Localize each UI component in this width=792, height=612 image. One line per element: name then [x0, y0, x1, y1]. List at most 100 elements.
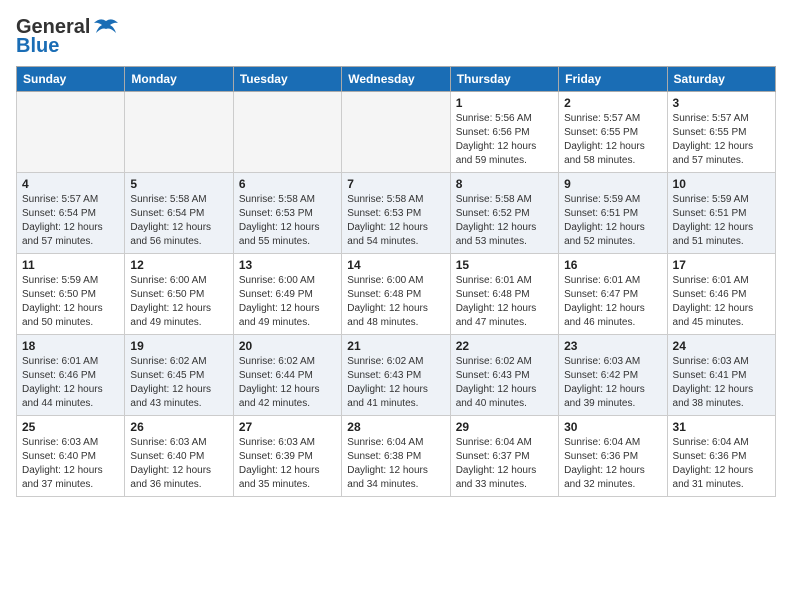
day-cell — [342, 92, 450, 173]
day-cell: 31Sunrise: 6:04 AM Sunset: 6:36 PM Dayli… — [667, 416, 775, 497]
day-number: 7 — [347, 177, 444, 191]
day-info: Sunrise: 6:02 AM Sunset: 6:43 PM Dayligh… — [456, 355, 553, 411]
day-number: 29 — [456, 420, 553, 434]
day-info: Sunrise: 6:02 AM Sunset: 6:43 PM Dayligh… — [347, 355, 444, 411]
day-info: Sunrise: 6:03 AM Sunset: 6:42 PM Dayligh… — [564, 355, 661, 411]
day-cell: 18 Sunrise: 6:01 AM Sunset: 6:46 PM Dayli… — [17, 335, 125, 416]
day-number: 9 — [564, 177, 661, 191]
day-info: Sunrise: 5:56 AM Sunset: 6:56 PM Dayligh… — [456, 112, 553, 168]
day-info: Sunrise: 6:02 AM Sunset: 6:45 PM Dayligh… — [130, 355, 227, 411]
day-info: Sunrise: 6:04 AM Sunset: 6:38 PM Dayligh… — [347, 436, 444, 492]
day-number: 30 — [564, 420, 661, 434]
day-info: Sunrise: 6:04 AM Sunset: 6:36 PM Dayligh… — [673, 436, 770, 492]
day-info: Sunrise: 6:04 AM Sunset: 6:37 PM Dayligh… — [456, 436, 553, 492]
day-cell — [125, 92, 233, 173]
day-info: Sunrise: 6:02 AM Sunset: 6:44 PM Dayligh… — [239, 355, 336, 411]
day-info: Sunrise: 6:01 AM Sunset: 6:48 PM Dayligh… — [456, 274, 553, 330]
day-number: 15 — [456, 258, 553, 272]
day-number: 19 — [130, 339, 227, 353]
day-cell: 6Sunrise: 5:58 AM Sunset: 6:53 PM Daylig… — [233, 173, 341, 254]
day-cell: 7 Sunrise: 5:58 AM Sunset: 6:53 PM Daylig… — [342, 173, 450, 254]
day-info: Sunrise: 6:03 AM Sunset: 6:41 PM Dayligh… — [673, 355, 770, 411]
week-row-3: 11Sunrise: 5:59 AM Sunset: 6:50 PM Dayli… — [17, 254, 776, 335]
day-cell: 30Sunrise: 6:04 AM Sunset: 6:36 PM Dayli… — [559, 416, 667, 497]
day-number: 5 — [130, 177, 227, 191]
weekday-header-saturday: Saturday — [667, 67, 775, 92]
day-number: 8 — [456, 177, 553, 191]
day-cell: 5 Sunrise: 5:58 AM Sunset: 6:54 PM Daylig… — [125, 173, 233, 254]
weekday-header-sunday: Sunday — [17, 67, 125, 92]
day-number: 22 — [456, 339, 553, 353]
day-cell: 2 Sunrise: 5:57 AM Sunset: 6:55 PM Daylig… — [559, 92, 667, 173]
day-cell: 27Sunrise: 6:03 AM Sunset: 6:39 PM Dayli… — [233, 416, 341, 497]
day-number: 11 — [22, 258, 119, 272]
day-cell: 22 Sunrise: 6:02 AM Sunset: 6:43 PM Dayli… — [450, 335, 558, 416]
calendar-table: SundayMondayTuesdayWednesdayThursdayFrid… — [16, 66, 776, 497]
day-cell: 15 Sunrise: 6:01 AM Sunset: 6:48 PM Dayli… — [450, 254, 558, 335]
logo: General Blue — [16, 16, 120, 58]
day-cell: 25Sunrise: 6:03 AM Sunset: 6:40 PM Dayli… — [17, 416, 125, 497]
weekday-header-monday: Monday — [125, 67, 233, 92]
logo-bird-icon — [92, 17, 120, 39]
day-number: 16 — [564, 258, 661, 272]
day-info: Sunrise: 6:01 AM Sunset: 6:46 PM Dayligh… — [673, 274, 770, 330]
week-row-4: 18 Sunrise: 6:01 AM Sunset: 6:46 PM Dayli… — [17, 335, 776, 416]
day-number: 4 — [22, 177, 119, 191]
day-info: Sunrise: 5:58 AM Sunset: 6:53 PM Dayligh… — [347, 193, 444, 249]
day-info: Sunrise: 6:00 AM Sunset: 6:49 PM Dayligh… — [239, 274, 336, 330]
day-number: 21 — [347, 339, 444, 353]
week-row-1: 1Sunrise: 5:56 AM Sunset: 6:56 PM Daylig… — [17, 92, 776, 173]
day-cell: 23 Sunrise: 6:03 AM Sunset: 6:42 PM Dayli… — [559, 335, 667, 416]
day-cell: 11Sunrise: 5:59 AM Sunset: 6:50 PM Dayli… — [17, 254, 125, 335]
day-cell: 3 Sunrise: 5:57 AM Sunset: 6:55 PM Daylig… — [667, 92, 775, 173]
day-number: 23 — [564, 339, 661, 353]
day-number: 18 — [22, 339, 119, 353]
day-info: Sunrise: 5:58 AM Sunset: 6:52 PM Dayligh… — [456, 193, 553, 249]
logo-blue-text: Blue — [16, 35, 59, 58]
day-number: 14 — [347, 258, 444, 272]
day-number: 20 — [239, 339, 336, 353]
day-cell: 20 Sunrise: 6:02 AM Sunset: 6:44 PM Dayli… — [233, 335, 341, 416]
day-info: Sunrise: 6:01 AM Sunset: 6:47 PM Dayligh… — [564, 274, 661, 330]
day-cell: 8 Sunrise: 5:58 AM Sunset: 6:52 PM Daylig… — [450, 173, 558, 254]
day-number: 17 — [673, 258, 770, 272]
day-cell: 29 Sunrise: 6:04 AM Sunset: 6:37 PM Dayli… — [450, 416, 558, 497]
weekday-header-tuesday: Tuesday — [233, 67, 341, 92]
weekday-header-friday: Friday — [559, 67, 667, 92]
day-number: 28 — [347, 420, 444, 434]
day-info: Sunrise: 6:03 AM Sunset: 6:40 PM Dayligh… — [22, 436, 119, 492]
day-cell: 24 Sunrise: 6:03 AM Sunset: 6:41 PM Dayli… — [667, 335, 775, 416]
day-info: Sunrise: 6:00 AM Sunset: 6:48 PM Dayligh… — [347, 274, 444, 330]
weekday-header-wednesday: Wednesday — [342, 67, 450, 92]
day-number: 3 — [673, 96, 770, 110]
day-cell: 16 Sunrise: 6:01 AM Sunset: 6:47 PM Dayli… — [559, 254, 667, 335]
day-number: 2 — [564, 96, 661, 110]
day-number: 10 — [673, 177, 770, 191]
day-number: 24 — [673, 339, 770, 353]
day-cell: 10 Sunrise: 5:59 AM Sunset: 6:51 PM Dayli… — [667, 173, 775, 254]
day-cell: 19 Sunrise: 6:02 AM Sunset: 6:45 PM Dayli… — [125, 335, 233, 416]
day-info: Sunrise: 5:58 AM Sunset: 6:53 PM Dayligh… — [239, 193, 336, 249]
day-info: Sunrise: 5:57 AM Sunset: 6:54 PM Dayligh… — [22, 193, 119, 249]
day-info: Sunrise: 5:57 AM Sunset: 6:55 PM Dayligh… — [673, 112, 770, 168]
day-info: Sunrise: 6:03 AM Sunset: 6:40 PM Dayligh… — [130, 436, 227, 492]
day-info: Sunrise: 5:58 AM Sunset: 6:54 PM Dayligh… — [130, 193, 227, 249]
day-info: Sunrise: 6:01 AM Sunset: 6:46 PM Dayligh… — [22, 355, 119, 411]
weekday-header-thursday: Thursday — [450, 67, 558, 92]
day-number: 26 — [130, 420, 227, 434]
day-info: Sunrise: 5:57 AM Sunset: 6:55 PM Dayligh… — [564, 112, 661, 168]
day-cell — [17, 92, 125, 173]
day-number: 13 — [239, 258, 336, 272]
day-cell: 28 Sunrise: 6:04 AM Sunset: 6:38 PM Dayli… — [342, 416, 450, 497]
day-number: 12 — [130, 258, 227, 272]
page-header: General Blue — [16, 16, 776, 58]
day-info: Sunrise: 6:03 AM Sunset: 6:39 PM Dayligh… — [239, 436, 336, 492]
week-row-2: 4 Sunrise: 5:57 AM Sunset: 6:54 PM Daylig… — [17, 173, 776, 254]
day-info: Sunrise: 5:59 AM Sunset: 6:51 PM Dayligh… — [564, 193, 661, 249]
day-cell: 4 Sunrise: 5:57 AM Sunset: 6:54 PM Daylig… — [17, 173, 125, 254]
day-info: Sunrise: 5:59 AM Sunset: 6:51 PM Dayligh… — [673, 193, 770, 249]
day-cell: 9 Sunrise: 5:59 AM Sunset: 6:51 PM Daylig… — [559, 173, 667, 254]
day-info: Sunrise: 6:00 AM Sunset: 6:50 PM Dayligh… — [130, 274, 227, 330]
day-cell: 26 Sunrise: 6:03 AM Sunset: 6:40 PM Dayli… — [125, 416, 233, 497]
day-cell: 14 Sunrise: 6:00 AM Sunset: 6:48 PM Dayli… — [342, 254, 450, 335]
